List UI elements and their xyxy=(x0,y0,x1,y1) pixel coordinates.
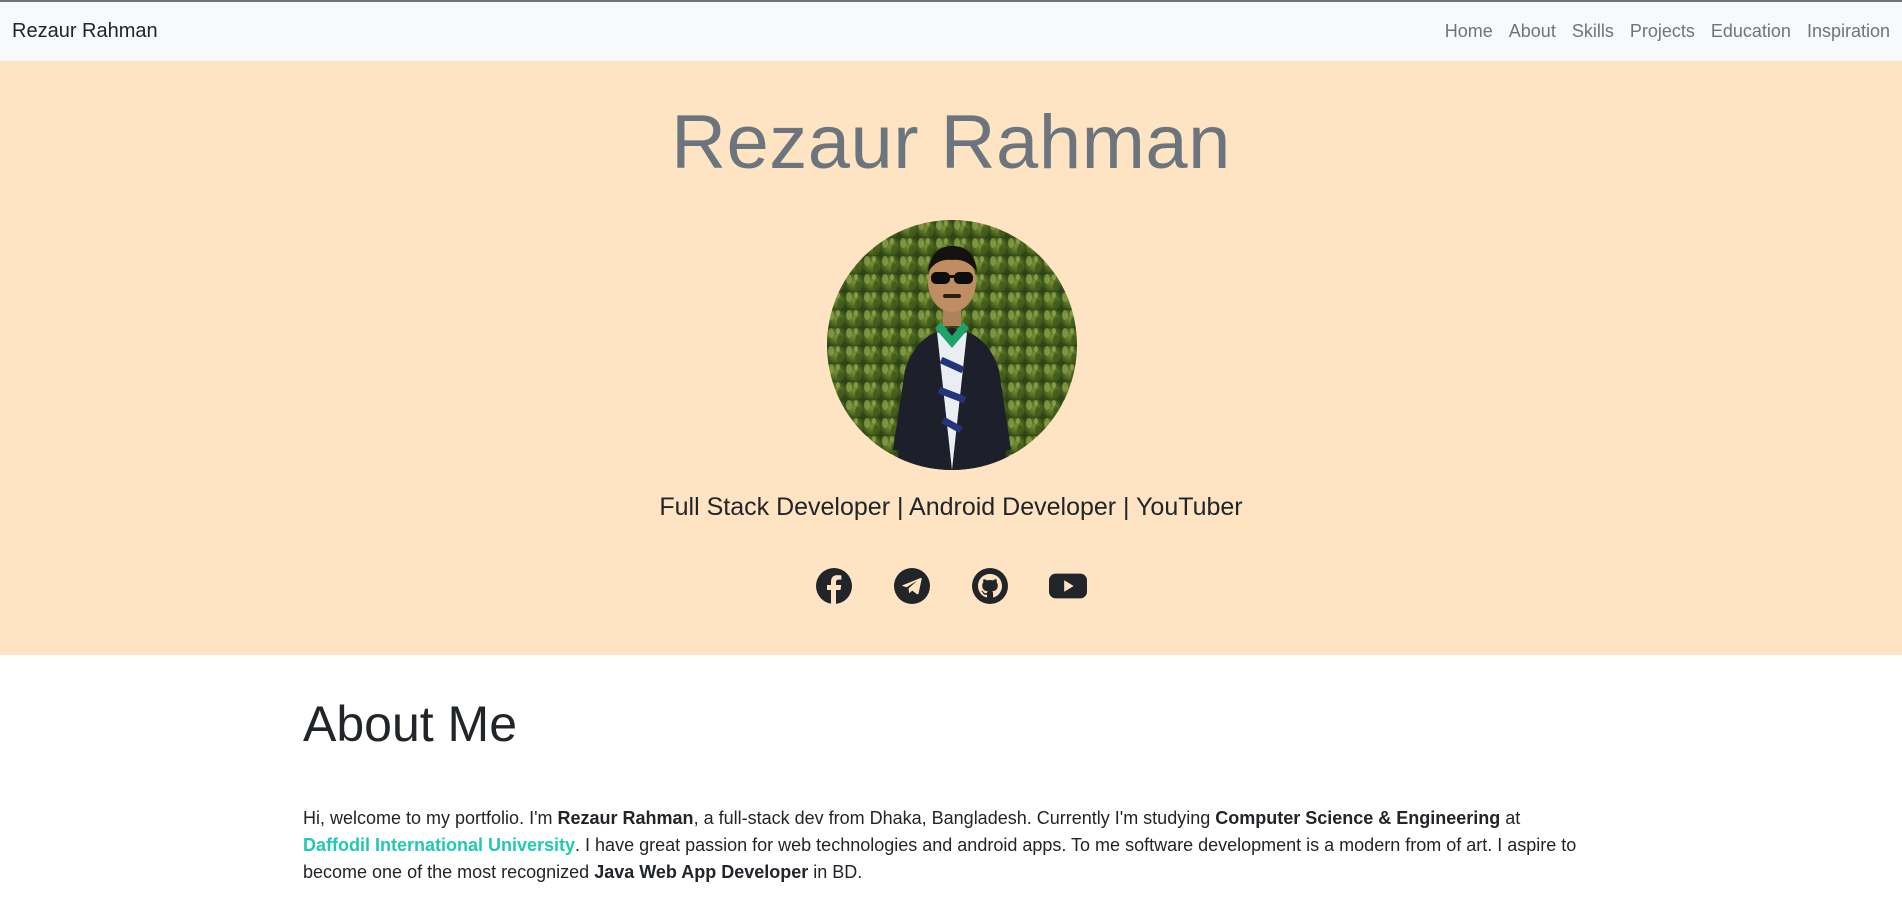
about-section: About Me Hi, welcome to my portfolio. I'… xyxy=(303,655,1581,886)
navbar-brand[interactable]: Rezaur Rahman xyxy=(12,20,158,43)
about-text-part: at xyxy=(1500,808,1521,828)
nav-link-projects[interactable]: Projects xyxy=(1630,21,1695,42)
nav-link-inspiration[interactable]: Inspiration xyxy=(1807,21,1890,42)
hero-title: Rezaur Rahman xyxy=(671,100,1231,185)
about-title: About Me xyxy=(303,696,518,752)
nav-link-education[interactable]: Education xyxy=(1711,21,1791,42)
facebook-icon[interactable] xyxy=(815,567,853,605)
hero-tagline: Full Stack Developer | Android Developer… xyxy=(659,493,1243,521)
hero-section: Rezaur Rahman Full Stack Developer | And… xyxy=(0,61,1902,655)
nav-link-skills[interactable]: Skills xyxy=(1572,21,1614,42)
avatar xyxy=(827,220,1077,470)
about-role: Java Web App Developer xyxy=(594,862,809,882)
github-icon[interactable] xyxy=(971,567,1009,605)
navbar: Rezaur Rahman Home About Skills Projects… xyxy=(0,2,1902,61)
telegram-icon[interactable] xyxy=(893,567,931,605)
university-link[interactable]: Daffodil International University xyxy=(303,835,575,855)
youtube-icon[interactable] xyxy=(1049,567,1087,605)
about-text-part: in BD. xyxy=(808,862,863,882)
about-paragraph: Hi, welcome to my portfolio. I'm Rezaur … xyxy=(303,805,1581,886)
about-text-part: , a full-stack dev from Dhaka, Banglades… xyxy=(693,808,1216,828)
nav-link-about[interactable]: About xyxy=(1509,21,1556,42)
about-text-part: Hi, welcome to my portfolio. I'm xyxy=(303,808,558,828)
nav-link-home[interactable]: Home xyxy=(1445,21,1493,42)
about-subject: Computer Science & Engineering xyxy=(1215,808,1501,828)
nav-links: Home About Skills Projects Education Ins… xyxy=(1429,21,1890,42)
social-links xyxy=(0,567,1902,605)
about-name: Rezaur Rahman xyxy=(557,808,694,828)
